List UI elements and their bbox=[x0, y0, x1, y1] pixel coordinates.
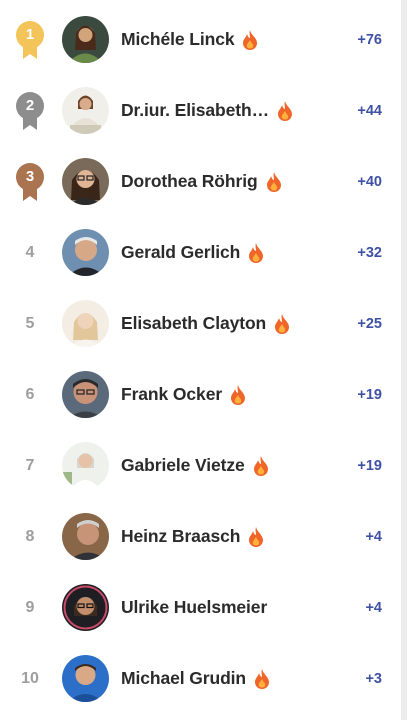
user-name[interactable]: Gabriele Vietze bbox=[121, 455, 245, 476]
avatar[interactable] bbox=[62, 371, 109, 418]
user-name[interactable]: Michéle Linck bbox=[121, 29, 235, 50]
leaderboard-row[interactable]: 5 Elisabeth Clayton +25 bbox=[0, 288, 396, 359]
leaderboard-row[interactable]: 6 Frank Ocker +19 bbox=[0, 359, 396, 430]
user-name[interactable]: Michael Grudin bbox=[121, 668, 246, 689]
score-value: +19 bbox=[357, 386, 382, 403]
fire-icon bbox=[248, 526, 264, 547]
user-name[interactable]: Dorothea Röhrig bbox=[121, 171, 258, 192]
score-value: +3 bbox=[365, 670, 382, 687]
leaderboard-row[interactable]: 8 Heinz Braasch +4 bbox=[0, 501, 396, 572]
user-name[interactable]: Ulrike Huelsmeier bbox=[121, 597, 267, 618]
rank-number: 2 bbox=[25, 96, 35, 114]
avatar[interactable] bbox=[62, 229, 109, 276]
leaderboard-row[interactable]: 10 Michael Grudin +3 bbox=[0, 643, 396, 714]
fire-icon bbox=[248, 242, 264, 263]
rank-number: 6 bbox=[25, 385, 35, 403]
scrollbar[interactable] bbox=[401, 0, 407, 720]
score-value: +25 bbox=[357, 315, 382, 332]
rank-number: 8 bbox=[25, 527, 35, 545]
fire-icon bbox=[242, 29, 258, 50]
leaderboard-row[interactable]: 2 Dr.iur. Elisabeth… +44 bbox=[0, 75, 396, 146]
fire-icon bbox=[266, 171, 282, 192]
avatar[interactable] bbox=[62, 16, 109, 63]
silver-medal-icon: 2 bbox=[15, 90, 45, 132]
fire-icon bbox=[253, 455, 269, 476]
rank-number: 4 bbox=[25, 243, 35, 261]
gold-medal-icon: 1 bbox=[15, 19, 45, 61]
rank-number: 9 bbox=[25, 598, 35, 616]
avatar[interactable] bbox=[62, 87, 109, 134]
rank-badge: 2 bbox=[0, 90, 60, 132]
avatar[interactable] bbox=[62, 442, 109, 489]
rank-number: 1 bbox=[25, 25, 35, 43]
score-value: +19 bbox=[357, 457, 382, 474]
score-value: +4 bbox=[365, 599, 382, 616]
score-value: +32 bbox=[357, 244, 382, 261]
avatar[interactable] bbox=[62, 158, 109, 205]
user-name[interactable]: Heinz Braasch bbox=[121, 526, 240, 547]
score-value: +40 bbox=[357, 173, 382, 190]
avatar[interactable] bbox=[62, 300, 109, 347]
score-value: +76 bbox=[357, 31, 382, 48]
rank-number: 5 bbox=[25, 314, 35, 332]
score-value: +44 bbox=[357, 102, 382, 119]
fire-icon bbox=[277, 100, 293, 121]
fire-icon bbox=[254, 668, 270, 689]
leaderboard-row[interactable]: 4 Gerald Gerlich +32 bbox=[0, 217, 396, 288]
leaderboard-row[interactable]: 3 Dorothea Röhrig +40 bbox=[0, 146, 396, 217]
rank-number: 7 bbox=[25, 456, 35, 474]
user-name[interactable]: Elisabeth Clayton bbox=[121, 313, 266, 334]
user-name[interactable]: Frank Ocker bbox=[121, 384, 222, 405]
avatar[interactable] bbox=[62, 584, 109, 631]
score-value: +4 bbox=[365, 528, 382, 545]
avatar[interactable] bbox=[62, 513, 109, 560]
leaderboard-row[interactable]: 9 Ulrike Huelsmeier +4 bbox=[0, 572, 396, 643]
rank-number: 10 bbox=[21, 669, 39, 687]
rank-badge: 3 bbox=[0, 161, 60, 203]
fire-icon bbox=[274, 313, 290, 334]
user-name[interactable]: Dr.iur. Elisabeth… bbox=[121, 100, 269, 121]
leaderboard-row[interactable]: 1 Michéle Linck +76 bbox=[0, 4, 396, 75]
fire-icon bbox=[230, 384, 246, 405]
rank-number: 3 bbox=[25, 167, 35, 185]
leaderboard-list: 1 Michéle Linck +76 2 Dr.iur. Elisabeth…… bbox=[0, 4, 396, 714]
leaderboard-row[interactable]: 7 Gabriele Vietze +19 bbox=[0, 430, 396, 501]
bronze-medal-icon: 3 bbox=[15, 161, 45, 203]
user-name[interactable]: Gerald Gerlich bbox=[121, 242, 240, 263]
rank-badge: 1 bbox=[0, 19, 60, 61]
avatar[interactable] bbox=[62, 655, 109, 702]
